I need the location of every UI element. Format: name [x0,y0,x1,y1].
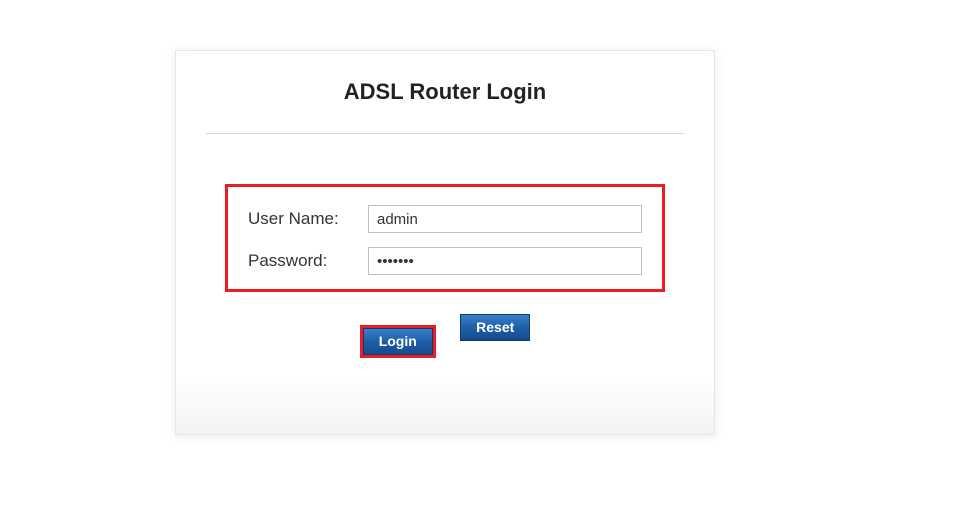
login-panel: ADSL Router Login User Name: Password: L… [175,50,715,435]
credentials-highlight-box: User Name: Password: [225,184,665,292]
button-row: Login Reset [176,314,714,358]
login-button[interactable]: Login [363,328,433,355]
password-input[interactable] [368,247,642,275]
login-button-highlight: Login [360,325,436,358]
divider [206,133,684,134]
username-label: User Name: [248,209,368,229]
page-title: ADSL Router Login [176,79,714,105]
reset-button[interactable]: Reset [460,314,530,341]
username-input[interactable] [368,205,642,233]
password-label: Password: [248,251,368,271]
password-row: Password: [248,247,642,275]
username-row: User Name: [248,205,642,233]
